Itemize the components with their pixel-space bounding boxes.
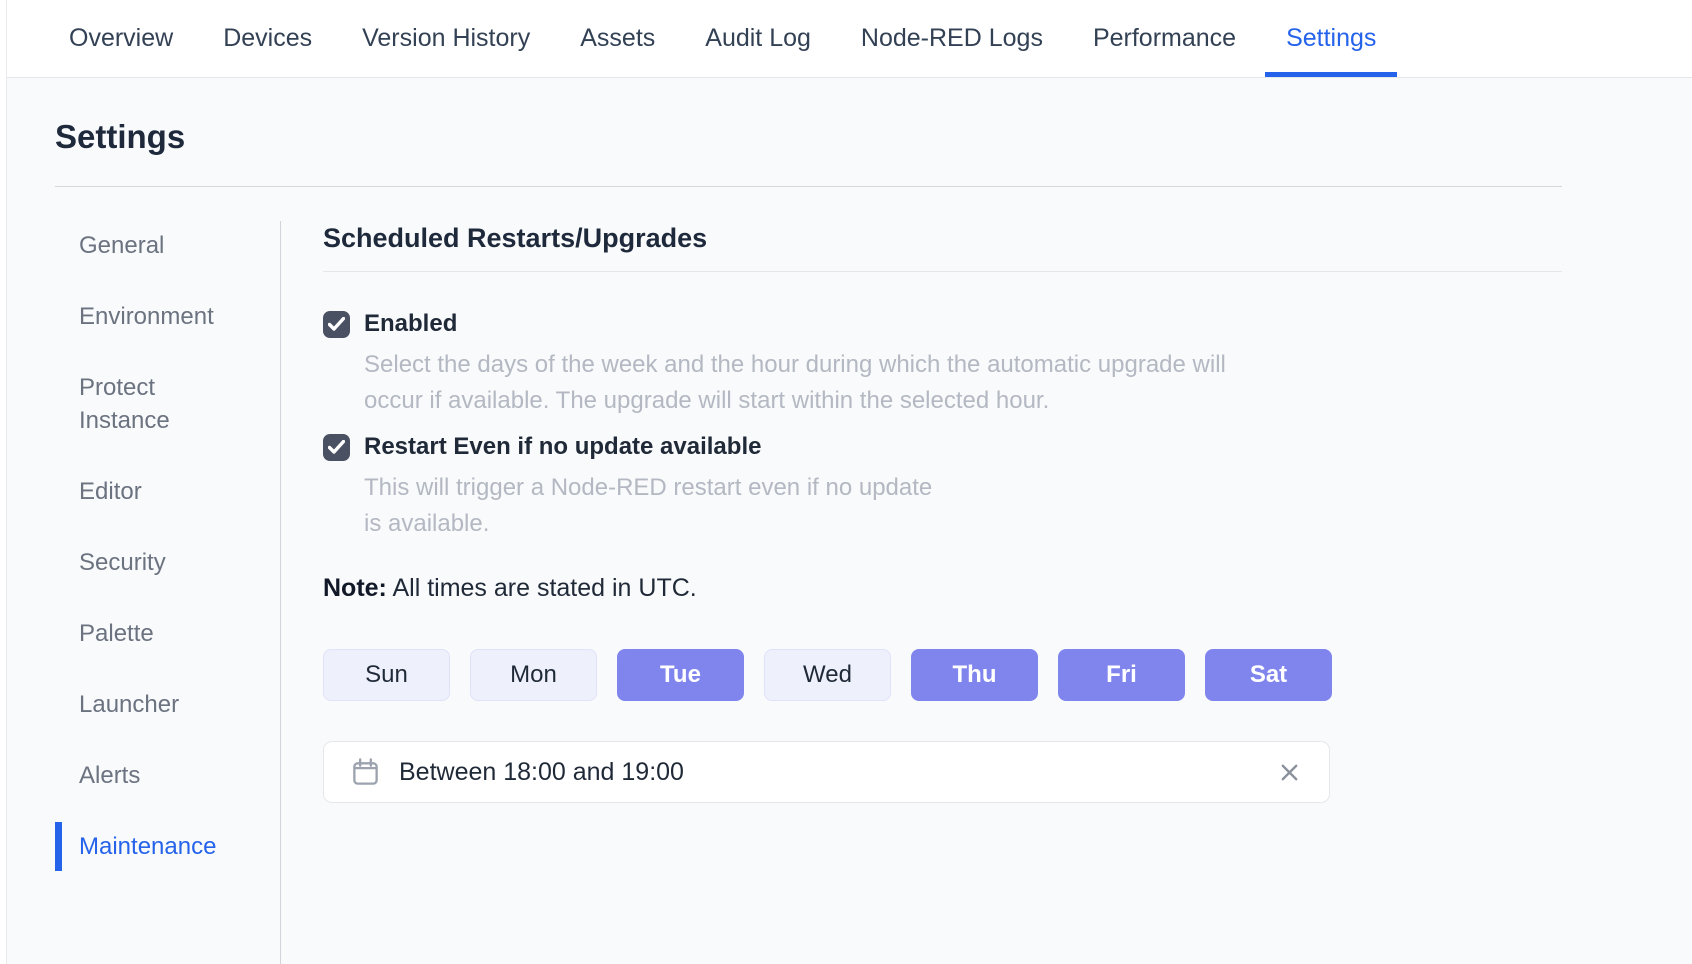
day-button-tue[interactable]: Tue: [617, 649, 744, 701]
day-button-wed[interactable]: Wed: [764, 649, 891, 701]
settings-sidebar-list: General Environment Protect Instance Edi…: [55, 221, 280, 871]
tab-overview[interactable]: Overview: [48, 0, 194, 77]
sidebar-item-general[interactable]: General: [55, 221, 240, 270]
sidebar-item-label: Security: [79, 546, 166, 579]
sidebar-item-protect-instance[interactable]: Protect Instance: [55, 363, 240, 445]
tab-devices[interactable]: Devices: [202, 0, 333, 77]
utc-note-text: All times are stated in UTC.: [392, 574, 696, 602]
sidebar-item-security[interactable]: Security: [55, 538, 240, 587]
time-window-value: Between 18:00 and 19:00: [399, 758, 684, 787]
enabled-description-line: Select the days of the week and the hour…: [364, 347, 1562, 383]
page-title: Settings: [55, 118, 1562, 156]
tab-settings[interactable]: Settings: [1265, 0, 1397, 77]
close-icon: [1276, 759, 1303, 786]
sidebar-item-label: Editor: [79, 475, 142, 508]
day-button-thu[interactable]: Thu: [911, 649, 1038, 701]
checkmark-icon: [328, 440, 345, 454]
sidebar-item-palette[interactable]: Palette: [55, 609, 240, 658]
restart-description: This will trigger a Node-RED restart eve…: [364, 470, 1562, 542]
restart-checkbox[interactable]: [323, 434, 350, 461]
tab-assets[interactable]: Assets: [559, 0, 676, 77]
utc-note: Note: All times are stated in UTC.: [323, 574, 1562, 603]
sidebar-item-environment[interactable]: Environment: [55, 292, 240, 341]
tab-node-red-logs[interactable]: Node-RED Logs: [840, 0, 1064, 77]
calendar-icon: [350, 757, 381, 788]
sidebar-item-maintenance[interactable]: Maintenance: [55, 822, 240, 871]
day-button-mon[interactable]: Mon: [470, 649, 597, 701]
sidebar-item-alerts[interactable]: Alerts: [55, 751, 240, 800]
enabled-checkbox-label[interactable]: Enabled: [364, 310, 457, 338]
enabled-description-line: occur if available. The upgrade will sta…: [364, 383, 1562, 419]
sidebar-item-label: Launcher: [79, 688, 179, 721]
restart-checkbox-label[interactable]: Restart Even if no update available: [364, 433, 761, 461]
utc-note-label: Note:: [323, 574, 387, 602]
time-window-select[interactable]: Between 18:00 and 19:00: [323, 741, 1330, 803]
tab-version-history[interactable]: Version History: [341, 0, 551, 77]
day-button-fri[interactable]: Fri: [1058, 649, 1185, 701]
checkmark-icon: [328, 317, 345, 331]
instance-tab-bar: Overview Devices Version History Assets …: [0, 0, 1692, 78]
restart-description-line: is available.: [364, 506, 1562, 542]
sidebar-item-launcher[interactable]: Launcher: [55, 680, 240, 729]
sidebar-item-label: Alerts: [79, 759, 140, 792]
section-title-divider: [323, 271, 1562, 272]
maintenance-section: Scheduled Restarts/Upgrades Enabled Sele…: [281, 221, 1562, 964]
settings-sidebar: General Environment Protect Instance Edi…: [55, 221, 280, 964]
tab-performance[interactable]: Performance: [1072, 0, 1257, 77]
sidebar-item-label: Protect Instance: [79, 371, 229, 437]
day-selector: Sun Mon Tue Wed Thu Fri Sat: [323, 649, 1562, 701]
clear-time-button[interactable]: [1276, 759, 1303, 786]
day-button-sat[interactable]: Sat: [1205, 649, 1332, 701]
sidebar-item-label: General: [79, 229, 164, 262]
settings-page: Settings General Environment Protect Ins…: [0, 118, 1692, 964]
sidebar-item-label: Maintenance: [79, 830, 216, 863]
tab-audit-log[interactable]: Audit Log: [684, 0, 832, 77]
restart-description-line: This will trigger a Node-RED restart eve…: [364, 470, 1562, 506]
day-button-sun[interactable]: Sun: [323, 649, 450, 701]
sidebar-item-label: Environment: [79, 300, 214, 333]
enabled-checkbox[interactable]: [323, 311, 350, 338]
left-edge-strip: [0, 0, 7, 964]
section-title: Scheduled Restarts/Upgrades: [323, 223, 1562, 254]
enabled-description: Select the days of the week and the hour…: [364, 347, 1562, 419]
sidebar-item-label: Palette: [79, 617, 154, 650]
page-title-divider: [55, 186, 1562, 187]
sidebar-item-editor[interactable]: Editor: [55, 467, 240, 516]
